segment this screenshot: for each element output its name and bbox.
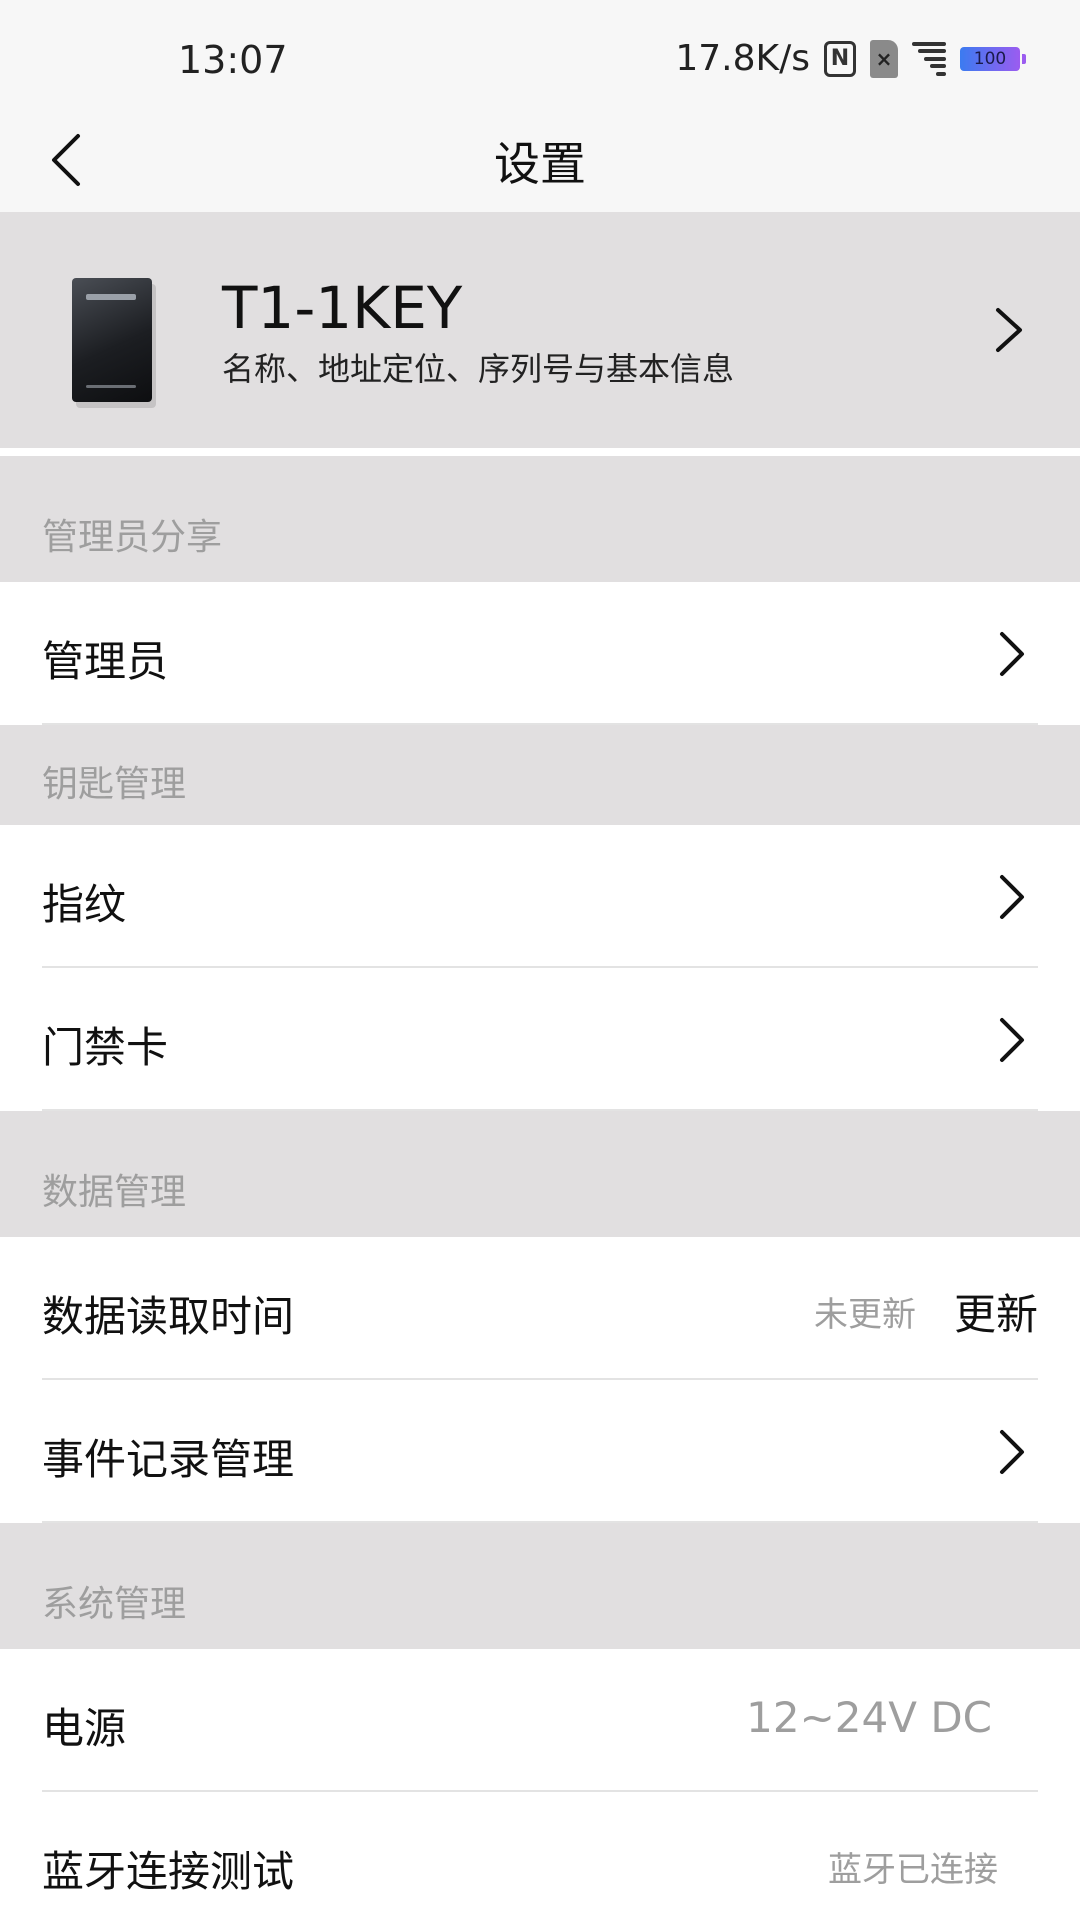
row-event-log[interactable]: 事件记录管理 [0,1380,1080,1523]
section-title: 系统管理 [42,1584,187,1625]
row-bluetooth-test[interactable]: 蓝牙连接测试 蓝牙已连接 [0,1792,1080,1920]
status-time: 13:07 [178,38,288,82]
section-title: 数据管理 [42,1172,187,1213]
read-time-value: 未更新 [814,1295,916,1335]
section-header-key-manage: 钥匙管理 [0,725,1080,825]
row-power: 电源 12~24V DC [0,1649,1080,1792]
chevron-right-icon [1000,632,1024,676]
update-button[interactable]: 更新 [954,1281,1038,1342]
row-label: 门禁卡 [42,1023,169,1072]
page-title: 设置 [494,137,586,191]
nfc-icon: N [824,40,856,77]
chevron-right-icon [1000,1430,1024,1474]
row-label: 电源 [42,1704,127,1753]
device-subtitle: 名称、地址定位、序列号与基本信息 [222,350,735,388]
section-title: 钥匙管理 [42,764,187,805]
section-header-data-manage: 数据管理 [0,1111,1080,1237]
row-fingerprint[interactable]: 指纹 [0,825,1080,968]
status-bar: 13:07 17.8K/s N × 100 [0,0,1080,110]
section-header-system-manage: 系统管理 [0,1523,1080,1649]
row-label: 事件记录管理 [42,1435,295,1484]
row-label: 指纹 [42,880,127,929]
section-header-admin-share: 管理员分享 [0,456,1080,582]
signal-icon [912,41,946,76]
battery-icon: 100 [960,46,1026,71]
card-divider [0,448,1080,456]
status-icons: 17.8K/s N × 100 [675,38,1026,79]
device-name: T1-1KEY [222,274,463,342]
row-label: 管理员 [42,637,169,686]
power-value: 12~24V DC [746,1693,992,1742]
no-sim-icon: × [870,39,898,78]
row-access-card[interactable]: 门禁卡 [0,968,1080,1111]
row-admin[interactable]: 管理员 [0,582,1080,725]
section-title: 管理员分享 [42,517,223,558]
bluetooth-status: 蓝牙已连接 [828,1850,998,1890]
network-speed: 17.8K/s [675,38,810,79]
device-image [72,278,152,402]
chevron-right-icon [1000,1018,1024,1062]
chevron-right-icon [1000,875,1024,919]
nav-bar: 设置 [0,110,1080,212]
row-label: 蓝牙连接测试 [42,1847,295,1896]
row-data-read-time: 数据读取时间 未更新 更新 [0,1237,1080,1380]
device-info-card[interactable]: T1-1KEY 名称、地址定位、序列号与基本信息 [0,212,1080,448]
row-label: 数据读取时间 [42,1292,295,1341]
chevron-right-icon [996,308,1022,352]
